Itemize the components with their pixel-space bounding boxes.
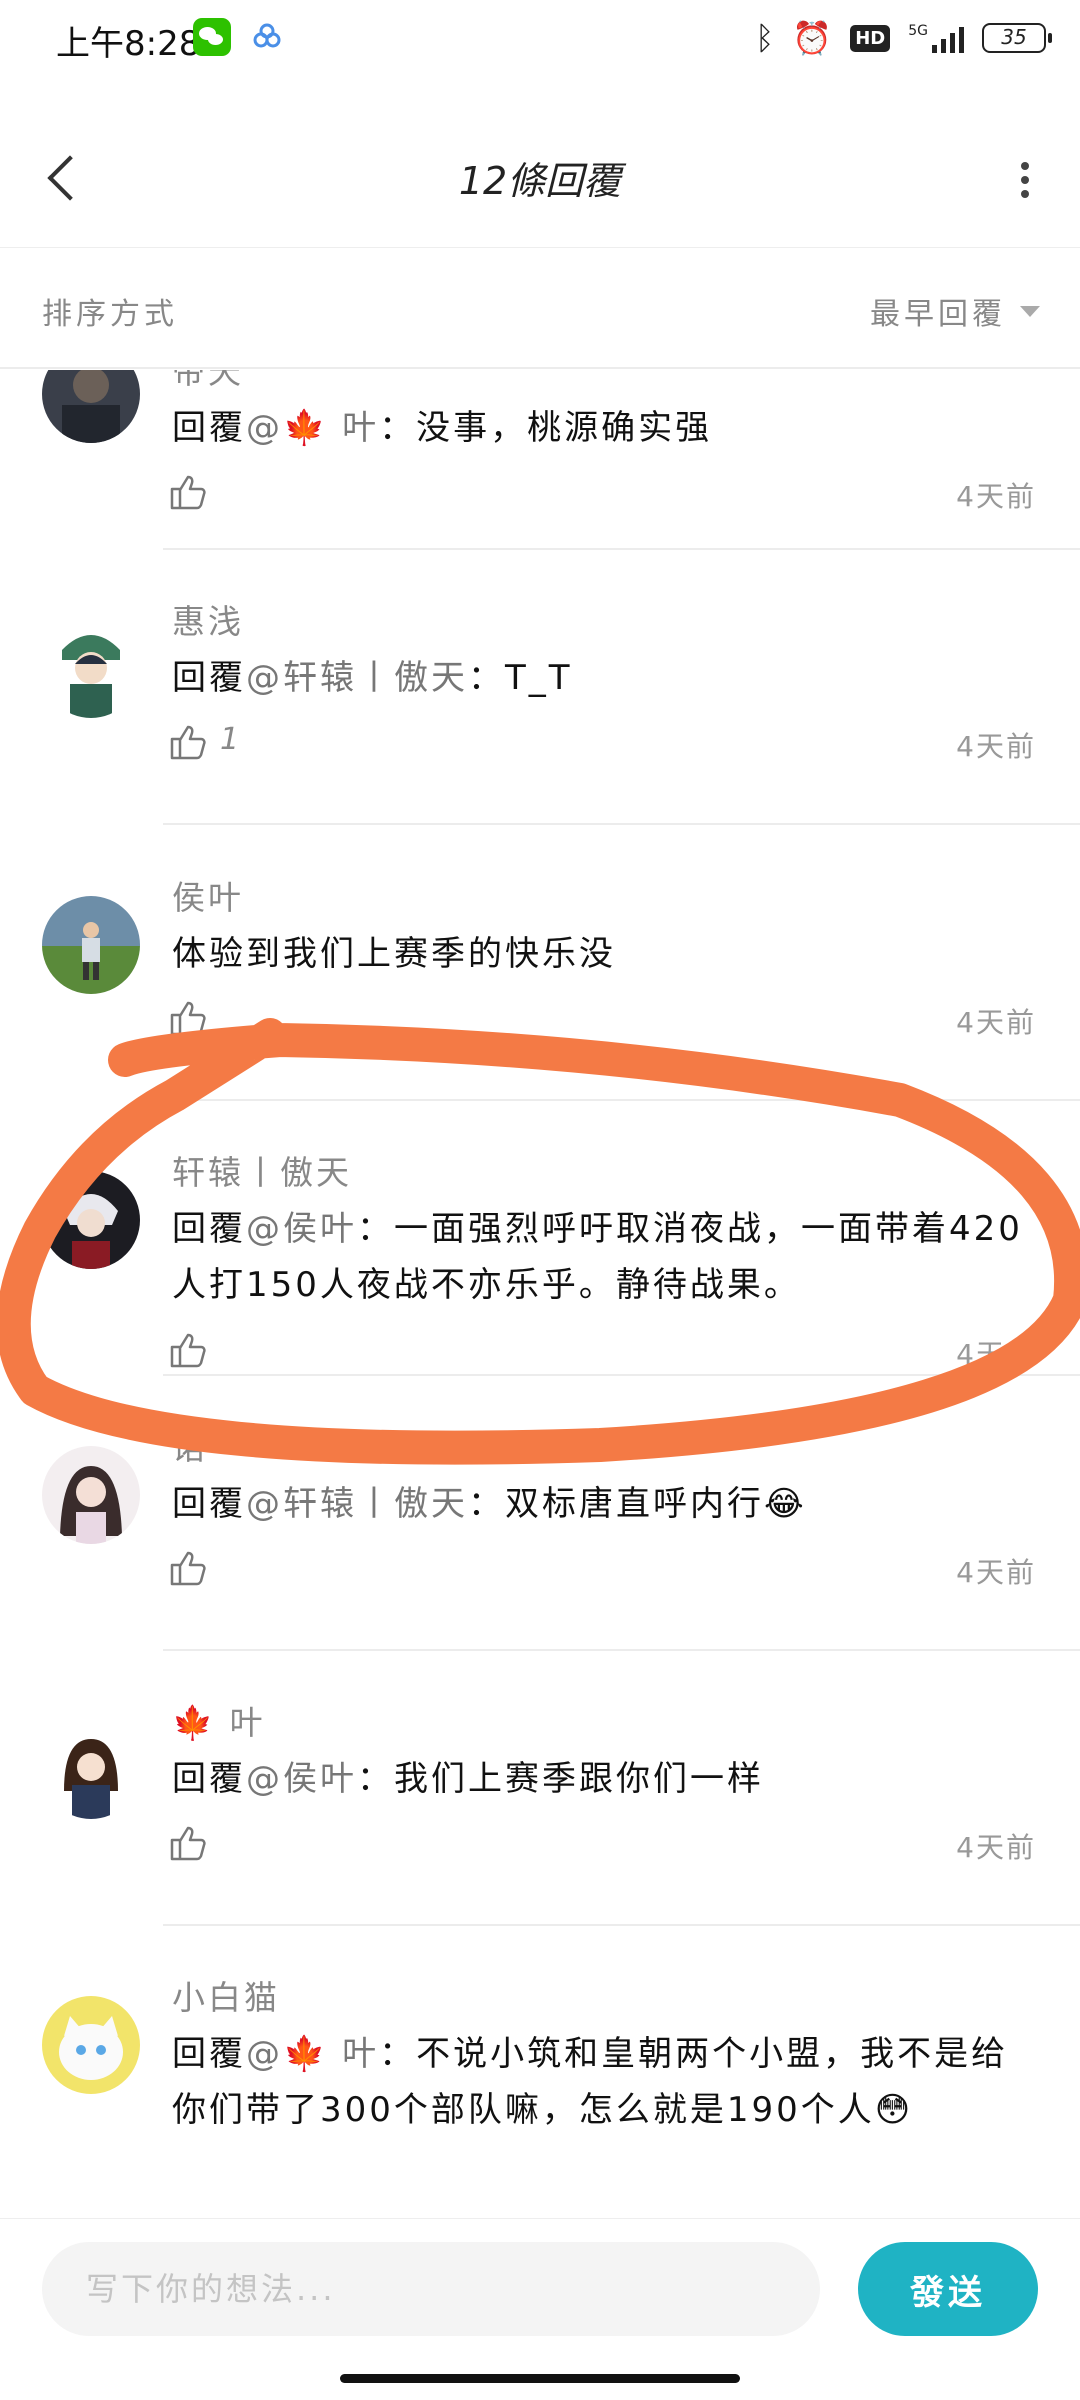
home-indicator[interactable] xyxy=(340,2374,740,2383)
status-bar: 上午8:28 ᛒ ⏰ HD 5G 35 xyxy=(0,0,1080,80)
page-header: 12條回覆 xyxy=(0,120,1080,248)
comment-time: 4天前 xyxy=(956,1338,1036,1371)
comment-time: 4天前 xyxy=(956,1556,1036,1589)
comment-author[interactable]: 轩辕丨傲天 xyxy=(172,1146,352,1194)
comment-text: 回覆@侯叶：一面强烈呼吁取消夜战，一面带着420人打150人夜战不亦乐乎。静待战… xyxy=(172,1209,1023,1305)
comment-time: 4天前 xyxy=(956,1006,1036,1039)
alarm-icon: ⏰ xyxy=(792,19,833,57)
comment-item: 帝天 回覆@🍁 叶：没事，桃源确实强 4天前 xyxy=(0,370,1080,550)
comment-item: 惠浅 回覆@轩辕丨傲天：T_T 1 4天前 xyxy=(0,550,1080,825)
comment-time: 4天前 xyxy=(956,730,1036,763)
avatar[interactable] xyxy=(42,620,140,718)
sort-selected-value: 最早回覆 xyxy=(870,297,1006,332)
comment-text: 回覆@🍁 叶：不说小筑和皇朝两个小盟，我不是给你们带了300个部队嘛，怎么就是1… xyxy=(172,2034,1009,2130)
cloud-app-icon xyxy=(253,23,281,48)
comment-item: 侯叶 体验到我们上赛季的快乐没 4天前 xyxy=(0,826,1080,1101)
like-icon[interactable] xyxy=(168,998,208,1038)
comment-item: 轩辕丨傲天 回覆@侯叶：一面强烈呼吁取消夜战，一面带着420人打150人夜战不亦… xyxy=(0,1101,1080,1376)
battery-icon: 35 xyxy=(982,23,1052,53)
comment-mention[interactable]: @轩辕丨傲天 xyxy=(246,658,468,698)
sort-label: 排序方式 xyxy=(42,297,178,332)
like-icon[interactable] xyxy=(168,472,208,512)
signal-icon: 5G xyxy=(908,23,964,53)
caret-down-icon xyxy=(1020,305,1040,317)
avatar[interactable] xyxy=(42,370,140,443)
comment-mention[interactable]: @🍁 叶 xyxy=(246,2034,379,2074)
like-count: 1 xyxy=(220,722,240,757)
comment-author[interactable]: 🍁 叶 xyxy=(172,1696,266,1744)
comment-list[interactable]: 帝天 回覆@🍁 叶：没事，桃源确实强 4天前 惠浅 回覆@轩辕丨傲天：T_T 1… xyxy=(0,370,1080,2218)
hd-badge: HD xyxy=(850,24,891,52)
comment-text: 回覆@侯叶：我们上赛季跟你们一样 xyxy=(172,1759,764,1799)
comment-item: 诺 回覆@轩辕丨傲天：双标唐直呼内行😂 4天前 xyxy=(0,1376,1080,1651)
comment-mention[interactable]: @轩辕丨傲天 xyxy=(246,1484,468,1524)
page-title: 12條回覆 xyxy=(458,159,622,203)
comment-author[interactable]: 惠浅 xyxy=(172,595,244,643)
comment-item: 🍁 叶 回覆@侯叶：我们上赛季跟你们一样 4天前 xyxy=(0,1651,1080,1926)
sort-dropdown[interactable]: 最早回覆 xyxy=(870,289,1040,333)
comment-text: 回覆@🍁 叶：没事，桃源确实强 xyxy=(172,408,713,448)
more-options-icon[interactable] xyxy=(994,150,1054,210)
comment-mention[interactable]: @侯叶 xyxy=(246,1209,357,1249)
comment-author[interactable]: 诺 xyxy=(172,1421,208,1469)
like-icon[interactable] xyxy=(168,1823,208,1863)
comment-text: 回覆@轩辕丨傲天：T_T xyxy=(172,658,573,698)
comment-text: 体验到我们上赛季的快乐没 xyxy=(172,934,616,974)
comment-mention[interactable]: @🍁 叶 xyxy=(246,408,379,448)
comment-author[interactable]: 侯叶 xyxy=(172,871,244,919)
comment-author[interactable]: 帝天 xyxy=(172,370,244,393)
comment-time: 4天前 xyxy=(956,1831,1036,1864)
comment-text: 回覆@轩辕丨傲天：双标唐直呼内行😂 xyxy=(172,1484,807,1524)
avatar[interactable] xyxy=(42,896,140,994)
avatar[interactable] xyxy=(42,1721,140,1819)
avatar[interactable] xyxy=(42,1996,140,2094)
comment-item: 小白猫 回覆@🍁 叶：不说小筑和皇朝两个小盟，我不是给你们带了300个部队嘛，怎… xyxy=(0,1926,1080,2218)
comment-mention[interactable]: @侯叶 xyxy=(246,1759,357,1799)
divider xyxy=(163,823,1080,825)
like-icon[interactable] xyxy=(168,722,208,762)
avatar[interactable] xyxy=(42,1171,140,1269)
comment-input[interactable] xyxy=(42,2242,820,2336)
avatar[interactable] xyxy=(42,1446,140,1544)
comment-author[interactable]: 小白猫 xyxy=(172,1971,280,2019)
status-time: 上午8:28 xyxy=(56,24,201,64)
like-icon[interactable] xyxy=(168,1330,208,1370)
bluetooth-icon: ᛒ xyxy=(755,19,775,57)
comment-composer: 發送 xyxy=(0,2218,1080,2358)
send-button[interactable]: 發送 xyxy=(858,2242,1038,2336)
comment-time: 4天前 xyxy=(956,480,1036,513)
wechat-icon xyxy=(193,18,231,56)
like-icon[interactable] xyxy=(168,1548,208,1588)
sort-bar: 排序方式 最早回覆 xyxy=(0,249,1080,369)
